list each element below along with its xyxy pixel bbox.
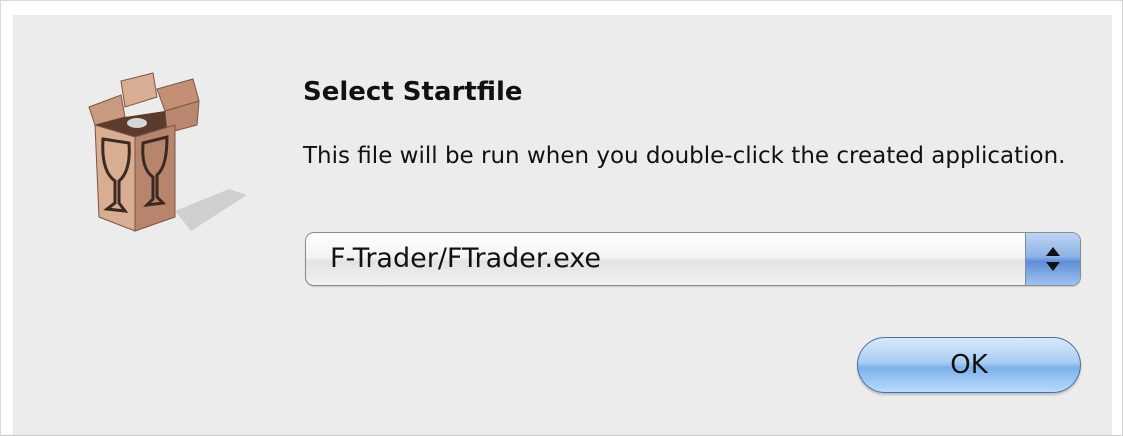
wine-box-icon (79, 71, 249, 236)
window-edge (1112, 1, 1122, 435)
popup-arrows-icon[interactable] (1025, 233, 1080, 285)
ok-button[interactable]: OK (857, 337, 1081, 393)
dialog-title: Select Startfile (303, 77, 523, 107)
startfile-dialog: Select Startfile This file will be run w… (0, 0, 1123, 436)
dialog-message: This file will be run when you double-cl… (303, 143, 1066, 169)
startfile-popup-select[interactable]: F-Trader/FTrader.exe (305, 232, 1081, 286)
startfile-selected-value: F-Trader/FTrader.exe (330, 243, 601, 274)
